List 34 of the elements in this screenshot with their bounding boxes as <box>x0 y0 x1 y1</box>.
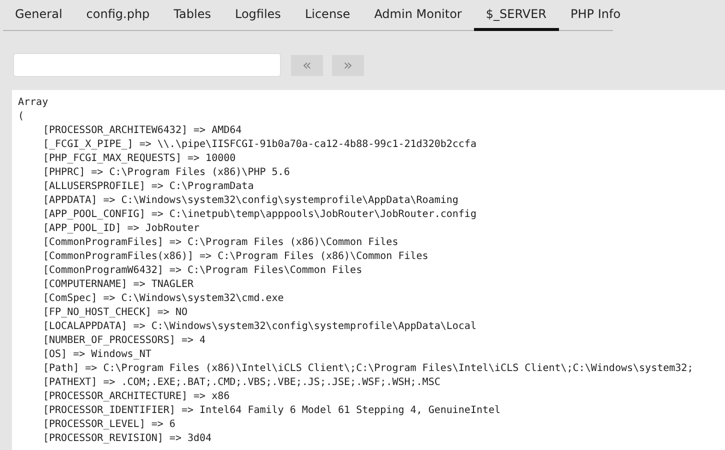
code-line: [PHPRC] => C:\Program Files (x86)\PHP 5.6 <box>42 166 291 180</box>
code-line: [Path] => C:\Program Files (x86)\Intel\iCLS Client\;C:\Program Files\Intel\iCLS Client\;C:\Windows\system32; <box>42 362 694 376</box>
code-line: [COMPUTERNAME] => TNAGLER <box>42 278 195 292</box>
tab[interactable]: $_SERVER <box>474 0 559 31</box>
code-line: [CommonProgramFiles(x86)] => C:\Program Files (x86)\Common Files <box>42 250 430 264</box>
tab[interactable]: PHP Info <box>558 0 633 31</box>
tab[interactable]: Tables <box>162 0 223 31</box>
code-line: Array <box>18 96 50 110</box>
tab[interactable]: Admin Monitor <box>362 0 474 31</box>
code-line: [APPDATA] => C:\Windows\system32\config\systemprofile\AppData\Roaming <box>42 194 460 208</box>
code-line: [ComSpec] => C:\Windows\system32\cmd.exe <box>42 292 285 306</box>
code-line: [PATHEXT] => .COM;.EXE;.BAT;.CMD;.VBS;.VBE;.JS;.JSE;.WSF;.WSH;.MSC <box>42 376 442 390</box>
code-line: [_FCGI_X_PIPE_] => \\.\pipe\IISFCGI-91b0a70a-ca12-4b88-99c1-21d320b2ccfa <box>42 138 478 152</box>
code-line: [NUMBER_OF_PROCESSORS] => 4 <box>42 334 207 348</box>
code-line: ( <box>18 110 26 124</box>
code-line: [PROCESSOR_ARCHITECTURE] => x86 <box>42 390 231 404</box>
code-line: [CommonProgramW6432] => C:\Program Files\Common Files <box>42 264 364 278</box>
code-line: [FP_NO_HOST_CHECK] => NO <box>42 306 188 320</box>
code-line: [CommonProgramFiles] => C:\Program Files (x86)\Common Files <box>42 236 400 250</box>
code-line: [APP_POOL_CONFIG] => C:\inetpub\temp\apppools\JobRouter\JobRouter.config <box>42 208 478 222</box>
search-field[interactable] <box>13 53 281 77</box>
code-line: [PHP_FCGI_MAX_REQUESTS] => 10000 <box>42 152 237 166</box>
code-line: [PROCESSOR_LEVEL] => 6 <box>42 418 176 432</box>
tab[interactable]: General <box>3 0 74 31</box>
code-line: [PROCESSOR_ARCHITEW6432] => AMD64 <box>42 124 243 138</box>
tab[interactable]: config.php <box>74 0 162 31</box>
code-line: [APP_POOL_ID] => JobRouter <box>42 222 201 236</box>
tab[interactable]: Logfiles <box>222 0 293 31</box>
code-line: [PROCESSOR_REVISION] => 3d04 <box>42 432 213 446</box>
code-line: [OS] => Windows_NT <box>42 348 152 362</box>
code-line: [PROCESSOR_IDENTIFIER] => Intel64 Family 6 Model 61 Stepping 4, GenuineIntel <box>42 404 502 418</box>
tab[interactable]: License <box>292 0 362 31</box>
code-line: [LOCALAPPDATA] => C:\Windows\system32\config\systemprofile\AppData\Local <box>42 320 478 334</box>
code-line: [ALLUSERSPROFILE] => C:\ProgramData <box>42 180 255 194</box>
